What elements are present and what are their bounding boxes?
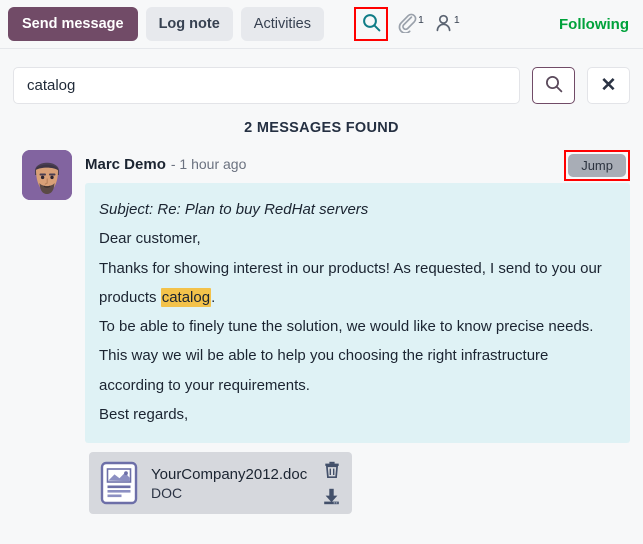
attachment-count-button[interactable]: 1: [398, 13, 424, 36]
close-search-button[interactable]: ✕: [587, 67, 630, 104]
close-icon: ✕: [601, 76, 617, 95]
attachment-meta: YourCompany2012.doc DOC: [151, 466, 307, 501]
chatter-toolbar: Send message Log note Activities: [0, 0, 643, 48]
message-body: Subject: Re: Plan to buy RedHat servers …: [85, 183, 630, 443]
message-header: Marc Demo - 1 hour ago: [85, 152, 630, 176]
person-icon: [434, 13, 453, 36]
chatter-panel: Send message Log note Activities: [0, 0, 643, 544]
message-item: Marc Demo - 1 hour ago Subject: Re: Plan…: [0, 150, 643, 514]
search-toggle-button[interactable]: [354, 7, 388, 41]
search-input[interactable]: [19, 73, 514, 98]
attachment-card[interactable]: YourCompany2012.doc DOC: [89, 452, 352, 514]
message-line-details: To be able to finely tune the solution, …: [99, 312, 616, 400]
message-text-post: .: [211, 289, 215, 306]
message-timestamp: - 1 hour ago: [171, 156, 247, 172]
followers-count: 1: [454, 14, 460, 26]
message-line-intro: Thanks for showing interest in our produ…: [99, 254, 616, 313]
message-line-greeting: Dear customer,: [99, 224, 616, 253]
attachment-filetype: DOC: [151, 485, 307, 501]
attachment-filename: YourCompany2012.doc: [151, 466, 307, 483]
message-search-panel: ✕: [0, 49, 643, 104]
jump-button[interactable]: Jump: [568, 154, 626, 177]
message-author[interactable]: Marc Demo: [85, 156, 166, 173]
avatar[interactable]: [22, 150, 72, 200]
search-input-wrapper[interactable]: [13, 67, 520, 104]
avatar-icon: [22, 150, 72, 200]
activities-button[interactable]: Activities: [241, 7, 324, 41]
paperclip-icon: [398, 13, 417, 36]
delete-attachment-button[interactable]: [324, 461, 340, 478]
attachment-list: YourCompany2012.doc DOC: [85, 452, 630, 514]
followers-button[interactable]: 1: [434, 13, 460, 36]
search-submit-button[interactable]: [532, 67, 575, 104]
search-icon: [362, 13, 381, 35]
download-attachment-button[interactable]: [323, 488, 340, 505]
message-subject: Subject: Re: Plan to buy RedHat servers: [99, 195, 616, 224]
document-icon: [99, 461, 139, 505]
send-message-button[interactable]: Send message: [8, 7, 138, 41]
message-line-signoff: Best regards,: [99, 400, 616, 429]
log-note-button[interactable]: Log note: [146, 7, 233, 41]
following-toggle[interactable]: Following: [559, 16, 633, 33]
toolbar-icon-group: 1 1: [354, 7, 460, 41]
message-content: Marc Demo - 1 hour ago Subject: Re: Plan…: [85, 150, 630, 514]
jump-button-annotation: Jump: [564, 150, 630, 181]
attachment-count: 1: [418, 14, 424, 26]
search-term-highlight: catalog: [161, 288, 211, 307]
search-results-count: 2 MESSAGES FOUND: [0, 104, 643, 150]
search-icon: [545, 75, 563, 96]
attachment-actions: [319, 461, 340, 505]
